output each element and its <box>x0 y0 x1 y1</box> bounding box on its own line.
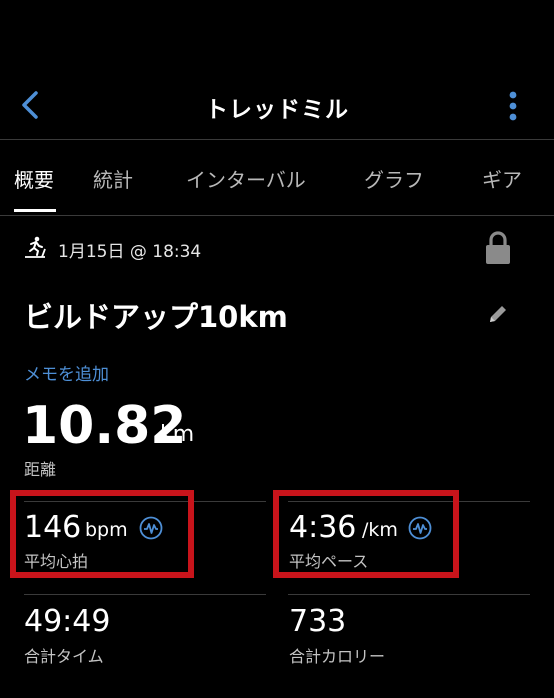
total-calories-label: 合計カロリー <box>289 647 386 666</box>
tabs-divider <box>0 215 554 216</box>
treadmill-runner-icon <box>25 236 46 258</box>
chart-wave-icon[interactable] <box>139 516 163 540</box>
avg-heart-rate-unit: bpm <box>85 519 128 541</box>
avg-pace-label: 平均ペース <box>289 552 369 571</box>
total-calories-value: 733 <box>289 604 347 639</box>
activity-date: 1月15日 @ 18:34 <box>58 242 202 262</box>
activity-name: ビルドアップ10km <box>24 300 288 334</box>
total-time-value: 49:49 <box>24 604 111 639</box>
pencil-icon[interactable] <box>486 302 510 326</box>
active-tab-indicator <box>14 209 56 212</box>
avg-heart-rate-value: 146 <box>24 510 82 545</box>
avg-pace-value: 4:36 <box>289 510 357 545</box>
more-vertical-icon[interactable] <box>500 88 526 124</box>
avg-pace-unit: /km <box>362 519 398 541</box>
tab-overview[interactable]: 概要 <box>14 164 54 193</box>
page-title: トレッドミル <box>205 97 349 123</box>
app-header: トレッドミル <box>0 0 554 140</box>
tab-bar: 概要 統計 インターバル グラフ ギア <box>0 140 554 216</box>
distance-unit: km <box>160 422 195 447</box>
add-note-link[interactable]: メモを追加 <box>24 360 109 385</box>
metric-divider <box>288 501 530 502</box>
avg-heart-rate-label: 平均心拍 <box>24 552 89 571</box>
tab-intervals[interactable]: インターバル <box>186 164 306 193</box>
distance-label: 距離 <box>24 460 57 479</box>
lock-icon[interactable] <box>484 230 512 266</box>
chart-wave-icon[interactable] <box>408 516 432 540</box>
tab-stats[interactable]: 統計 <box>93 164 133 193</box>
tab-gear[interactable]: ギア <box>482 164 522 193</box>
metric-divider <box>24 501 266 502</box>
metric-divider <box>24 594 266 595</box>
metric-divider <box>288 594 530 595</box>
total-time-label: 合計タイム <box>24 647 104 666</box>
tab-graphs[interactable]: グラフ <box>364 164 424 193</box>
